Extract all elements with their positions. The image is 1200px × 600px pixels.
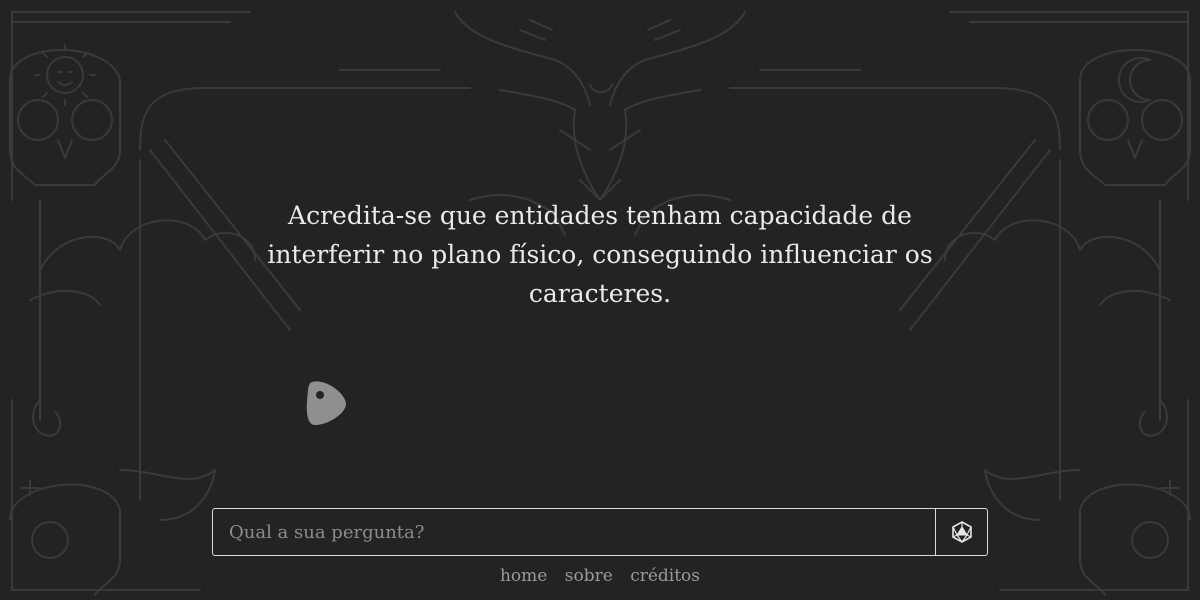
nav-link-sobre[interactable]: sobre xyxy=(565,566,613,586)
message-line-2: interferir no plano físico, conseguindo … xyxy=(267,240,933,269)
message-line-1: Acredita-se que entidades tenham capacid… xyxy=(288,201,912,230)
question-form xyxy=(212,508,988,556)
ouija-page: Acredita-se que entidades tenham capacid… xyxy=(0,0,1200,600)
cloud-left-icon xyxy=(29,219,256,306)
side-flourish-icon xyxy=(32,399,1168,437)
planchette-icon[interactable] xyxy=(304,378,350,428)
footer-nav: home sobre créditos xyxy=(0,566,1200,586)
nav-link-home[interactable]: home xyxy=(500,566,547,586)
message-line-3: caracteres. xyxy=(528,279,672,308)
goat-head-icon xyxy=(454,11,746,201)
d20-dice-icon xyxy=(951,521,972,543)
skull-sun-icon xyxy=(9,44,121,186)
nav-link-creditos[interactable]: créditos xyxy=(630,566,700,586)
skull-moon-icon xyxy=(1079,49,1191,186)
question-input[interactable] xyxy=(213,509,935,555)
submit-question-button[interactable] xyxy=(935,509,987,555)
cloud-right-icon xyxy=(944,219,1171,306)
spirit-message: Acredita-se que entidades tenham capacid… xyxy=(230,196,970,313)
